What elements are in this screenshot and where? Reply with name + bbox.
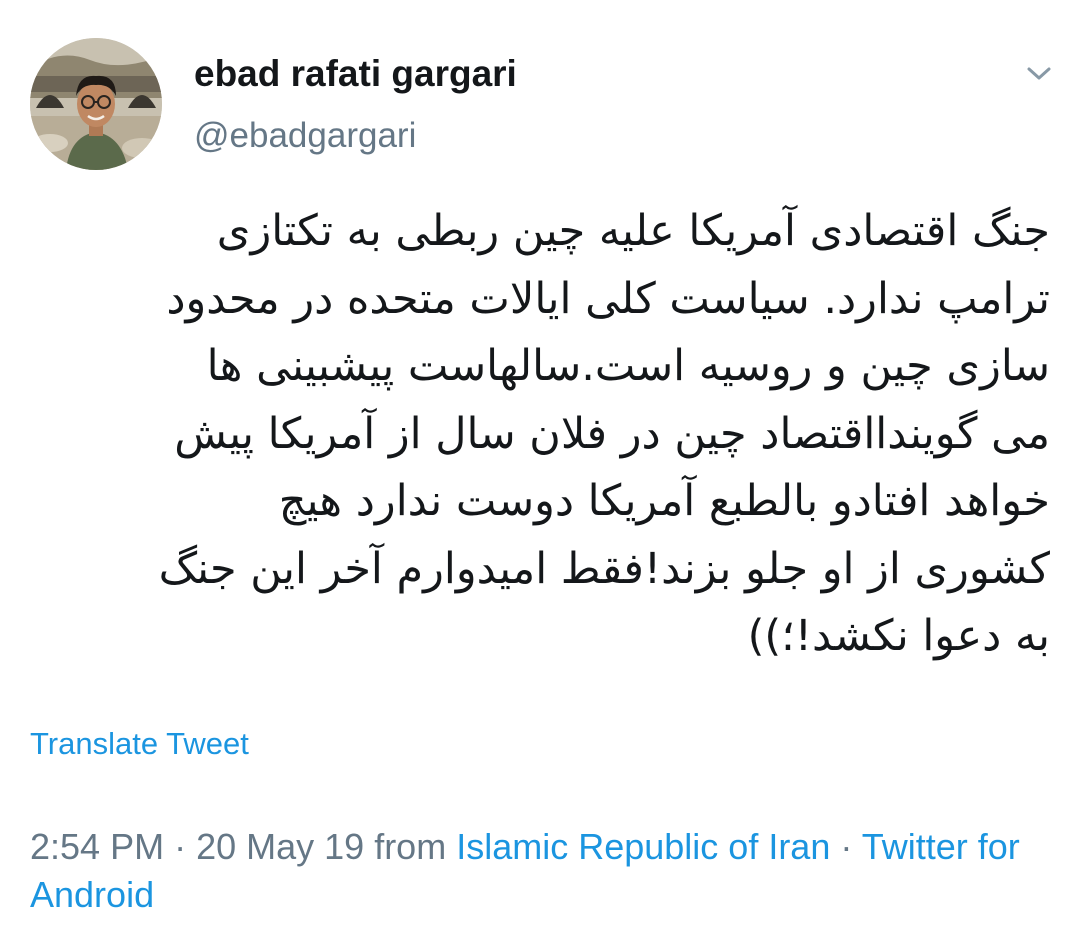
author-display-name[interactable]: ebad rafati gargari — [194, 52, 517, 96]
tweet-time[interactable]: 2:54 PM — [30, 826, 164, 867]
tweet-date[interactable]: 20 May 19 — [196, 826, 364, 867]
profile-photo-icon — [30, 38, 162, 170]
meta-separator-2: · — [830, 826, 862, 867]
tweet-metadata: 2:54 PM · 20 May 19 from Islamic Republi… — [30, 823, 1030, 919]
chevron-down-icon[interactable] — [1018, 58, 1060, 90]
meta-from: from — [364, 826, 457, 867]
author-handle[interactable]: @ebadgargari — [194, 114, 416, 158]
avatar[interactable] — [30, 38, 162, 170]
translate-tweet-link[interactable]: Translate Tweet — [30, 724, 249, 764]
tweet-location-link[interactable]: Islamic Republic of Iran — [456, 826, 830, 867]
tweet-text: جنگ اقتصادی آمریکا علیه چین ربطی به تکتا… — [158, 206, 1050, 661]
meta-separator: · — [164, 826, 197, 867]
tweet-card: ebad rafati gargari @ebadgargari جنگ اقت… — [0, 0, 1080, 932]
